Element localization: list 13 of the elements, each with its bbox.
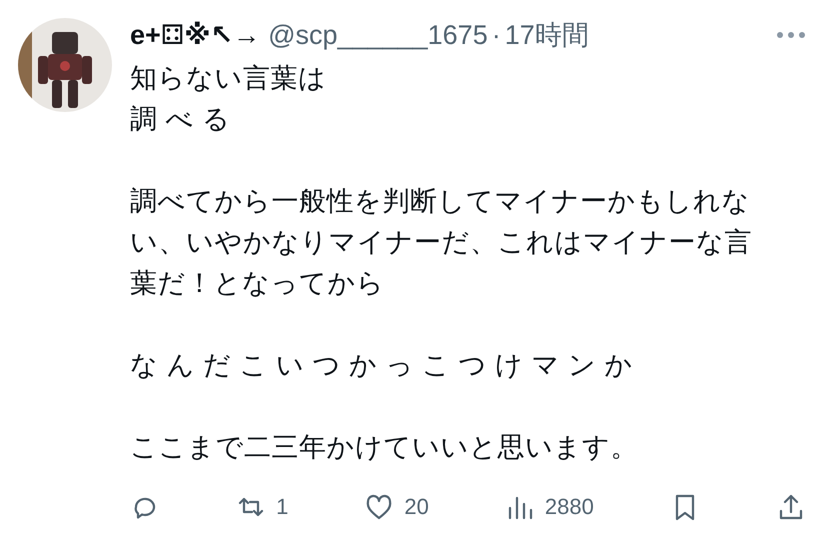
post-paragraph: ここまで二三年かけていいと思います。 xyxy=(130,431,639,464)
views-count: 2880 xyxy=(544,494,594,520)
timestamp[interactable]: 17時間 xyxy=(504,17,589,53)
post-paragraph: 知らない言葉は 調 べ る xyxy=(130,62,328,136)
like-count: 20 xyxy=(404,494,429,520)
repost-count: 1 xyxy=(276,494,288,520)
handle[interactable]: @scp______1675 xyxy=(268,20,488,50)
heart-icon[interactable] xyxy=(364,492,394,522)
post-paragraph: な ん だ こ い つ か っ こ つ け マ ン か xyxy=(130,349,634,382)
more-icon[interactable] xyxy=(776,31,806,39)
post-paragraph: 調べてから一般性を判断してマイナーかもしれな い、いやかなりマイナーだ、これはマイナーな言 葉だ！となってから xyxy=(130,185,753,300)
display-name[interactable]: e+⚃※↖→ xyxy=(130,20,260,50)
separator: · xyxy=(492,20,501,50)
